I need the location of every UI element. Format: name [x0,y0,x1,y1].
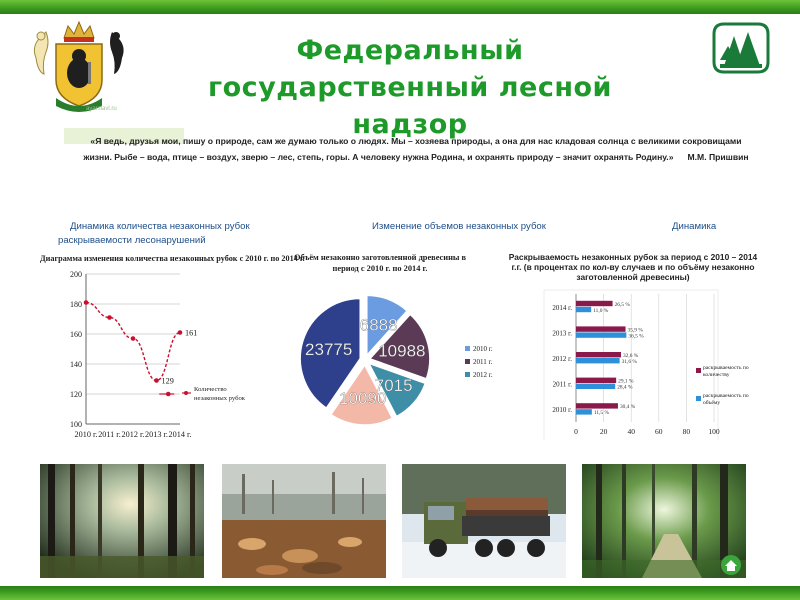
bar-legend-label: раскрываемость по количеству [703,365,749,378]
line-y-tick-label: 120 [70,390,82,399]
bar-x-tick-label: 100 [708,427,720,436]
bar-x-tick-label: 0 [574,427,578,436]
bar-rect [576,300,613,307]
pie-legend-label: 2011 г. [473,358,493,366]
bar-data-label: 11,0 % [593,308,609,314]
line-legend-marker [184,391,188,395]
pie-legend-swatch [465,372,470,377]
bar-x-tick-label: 60 [655,427,663,436]
line-plot-area [86,274,180,424]
bar-x-tick-label: 20 [600,427,608,436]
pie-legend-swatch [465,346,470,351]
line-x-tick-label: 2014 г. [169,430,192,439]
bottom-green-bar [0,586,800,600]
bar-data-label: 11,5 % [594,410,610,416]
emblem-watermark: ayarslavl.ru [86,106,117,112]
bar-rect [576,403,618,409]
bar-rect [576,409,592,415]
caption-left: Динамика количества незаконных рубок рас… [58,220,308,248]
bar-rect [576,306,592,313]
line-y-tick-label: 100 [70,420,82,429]
line-legend-label: Количество незаконных рубок [194,386,245,402]
coat-of-arms-emblem: ayarslavl.ru [33,20,124,112]
forest-sunbeams-photo [40,464,204,578]
bar-y-tick-label: 2012 г. [552,355,572,363]
bar-chart-svg: 0 20 40 60 80 1002014 г. 26,5 %11,0 %2013 г. 35… [543,289,749,440]
bar-x-tick-label: 80 [683,427,691,436]
bar-rect [576,358,620,364]
bar-data-label: 31,6 % [622,359,638,365]
bar-x-tick-label: 40 [627,427,635,436]
bar-rect [576,377,617,383]
bar-legend-label-box: раскрываемость по количеству [703,365,749,378]
line-y-tick-label: 140 [70,360,82,369]
line-data-label: 129 [162,377,174,386]
bar-data-label: 28,4 % [617,385,633,391]
bar-legend-label-box: раскрываемость по объёму [703,393,749,406]
bar-data-label: 36,5 % [628,333,644,339]
bar-rect [576,326,626,332]
forest-path-photo [582,464,746,578]
bar-y-tick-label: 2010 г. [552,406,572,414]
line-data-point [154,378,159,383]
bar-legend-label: раскрываемость по объёму [703,393,749,406]
pie-data-label: 23775 [305,340,352,359]
line-x-tick-label: 2013 г. [145,430,168,439]
line-chart-svg: 1001201401601802002010 г. 2011 г. 2012 г. 2… [70,270,245,439]
bar-data-label: 26,5 % [615,302,631,308]
line-x-tick-label: 2012 г. [122,430,145,439]
line-data-point [83,300,89,305]
line-x-tick-label: 2010 г. [75,430,98,439]
line-data-point [107,315,112,320]
slide-title: Федеральный государственный лесной надзо… [208,35,612,140]
line-data-point [130,336,136,341]
line-data-point [177,330,183,335]
bar-rect [576,383,616,389]
line-y-tick-label: 160 [70,330,82,339]
bar-rect [576,352,621,358]
quote-body: «Я ведь, друзья мои, пишу о природе, сам… [83,136,742,162]
pie-legend-label: 2012 г. [473,371,493,379]
pie-chart-svg: 68881098870151009023775 2010 г.2011 г.201… [299,294,493,426]
quote-author: М.М. Пришвин [687,152,749,162]
bar-legend-swatch [696,396,701,401]
bar-legend-swatch [696,368,701,373]
bar-y-tick-label: 2013 г. [552,329,572,337]
pie-data-label: 10988 [378,342,425,361]
pie-chart: Объём незаконно заготовленной древесины … [285,250,500,440]
pie-legend-swatch [465,359,470,364]
timber-truck-photo [402,464,566,578]
caption-right: Динамика [672,221,717,232]
bar-data-label: 30,4 % [620,404,636,410]
bar-chart: Раскрываемость незаконных рубок за перио… [504,250,762,440]
line-x-tick-label: 2011 г. [98,430,121,439]
caption-middle: Изменение объемов незаконных рубок [372,221,546,232]
bar-y-tick-label: 2014 г. [552,304,572,312]
bar-y-tick-label: 2011 г. [553,381,573,389]
clearcut-stumps-photo [222,464,386,578]
quote-text: «Я ведь, друзья мои, пишу о природе, сам… [82,133,750,165]
pie-data-label: 10090 [339,389,386,408]
line-extra-point [165,391,171,397]
top-green-bar [0,0,800,14]
pie-data-label: 6888 [360,316,398,335]
pie-legend-label: 2010 г. [473,345,493,353]
line-y-tick-label: 200 [70,270,82,279]
bar-rect [576,332,627,338]
line-data-label: 161 [185,329,197,338]
line-y-tick-label: 180 [70,300,82,309]
forest-agency-logo [712,22,770,74]
line-chart: Диаграмма изменения количества незаконны… [40,252,305,444]
home-icon[interactable] [720,554,742,576]
caption-left-text: Динамика количества незаконных рубок рас… [58,221,250,246]
line-legend-label-box: Количество незаконных рубок [194,386,245,402]
